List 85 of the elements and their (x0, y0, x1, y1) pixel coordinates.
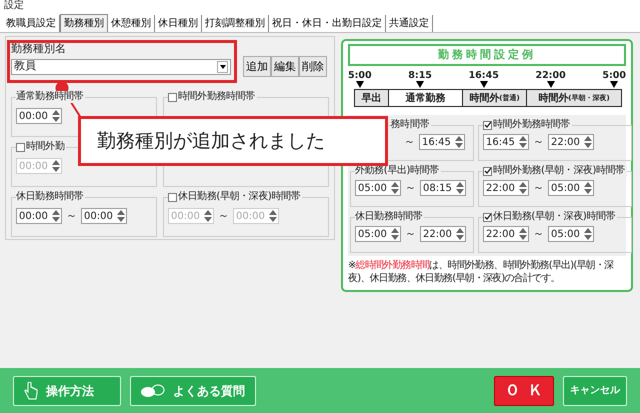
checkbox[interactable] (483, 166, 492, 176)
time-field[interactable]: 22:00 (420, 226, 466, 242)
example-title: 勤務時間設定例 (348, 44, 626, 66)
group-title: 通常勤務時間帯 (16, 91, 84, 103)
time-label: 5:00 (602, 70, 626, 81)
spinner-icon[interactable] (584, 228, 592, 240)
spinner-icon[interactable] (52, 160, 60, 172)
group-title: 時間外勤務(早朝・深夜)時間帯 (493, 165, 625, 177)
spinner-icon[interactable] (456, 182, 464, 194)
triangle-icon (480, 81, 488, 88)
group-title: 時間外勤務時間帯 (178, 91, 255, 103)
spinner-icon[interactable] (391, 182, 399, 194)
spinner-icon[interactable] (456, 228, 464, 240)
tab[interactable]: 共通設定 (386, 15, 433, 32)
time-field[interactable]: 22:00 (483, 226, 529, 242)
tilde-text: ～ (218, 208, 229, 224)
spinner-icon[interactable] (455, 136, 463, 148)
spinner-icon[interactable] (269, 210, 277, 222)
ok-button[interactable]: ＯＫ (494, 376, 554, 406)
tab[interactable]: 祝日・休日・出勤日設定 (269, 15, 386, 32)
group-title: 休日勤務時間帯 (16, 191, 84, 203)
spinner-icon[interactable] (584, 182, 592, 194)
tab[interactable]: 休憩種別 (108, 15, 155, 32)
time-field[interactable]: 16:45 (419, 134, 465, 150)
group-title: 時間外勤務時間帯 (493, 119, 570, 131)
checkbox[interactable] (16, 142, 25, 152)
time-label: 22:00 (535, 70, 566, 81)
footnote-text: ※総時間外勤務時間は、時間外勤務、時間外勤務(早出)(早朝・深夜)、休日勤務、休日勤務(早朝・深夜)の合計です。 (348, 259, 614, 285)
triangle-icon (546, 81, 555, 88)
field-label: 勤務種別名 (11, 42, 67, 56)
tab[interactable]: 休日種別 (155, 15, 202, 32)
time-label: 8:15 (408, 70, 432, 81)
time-field[interactable]: 00:00 (16, 208, 62, 224)
tilde-text: ～ (533, 134, 544, 150)
time-field[interactable]: 05:00 (355, 180, 401, 196)
spinner-icon[interactable] (519, 228, 527, 240)
checkbox[interactable] (483, 212, 492, 222)
time-field[interactable]: 22:00 (483, 180, 529, 196)
group-title: 務時間帯 (390, 119, 429, 131)
notification-message: 勤務種別が追加されました (78, 116, 388, 166)
tab[interactable]: 勤務種別 (60, 14, 108, 32)
group-title: 休日勤務時間帯 (355, 211, 422, 223)
tab[interactable]: 打刻調整種別 (202, 15, 269, 32)
time-field[interactable]: 05:00 (548, 226, 594, 242)
group-title: 時間外勤 (26, 141, 64, 153)
group-title: 休日勤務(早朝・深夜)時間帯 (178, 191, 300, 203)
tilde-text: ～ (405, 180, 416, 196)
time-field[interactable]: 00:00 (16, 108, 62, 124)
tilde-text: ～ (66, 208, 77, 224)
timeline-segment: 早出 (355, 90, 389, 106)
time-field[interactable]: 05:00 (548, 180, 594, 196)
spinner-icon[interactable] (52, 110, 60, 122)
triangle-icon (416, 81, 424, 88)
tab[interactable]: 教職員設定 (3, 15, 60, 32)
tilde-text: ～ (404, 134, 415, 150)
spinner-icon[interactable] (52, 210, 60, 222)
checkbox[interactable] (168, 92, 177, 102)
spinner-icon[interactable] (584, 136, 592, 148)
time-field[interactable]: 08:15 (420, 180, 466, 196)
spinner-icon[interactable] (519, 182, 527, 194)
speech-bubbles-icon (141, 384, 165, 398)
time-field[interactable]: 22:00 (548, 134, 594, 150)
caret-icon (217, 60, 228, 72)
triangle-icon (356, 81, 364, 88)
hand-pointer-icon (24, 382, 38, 400)
tilde-text: ～ (533, 226, 544, 242)
toolbar-button[interactable]: 編集 (271, 56, 299, 77)
tilde-text: ～ (533, 180, 544, 196)
spinner-icon[interactable] (117, 210, 125, 222)
checkbox[interactable] (168, 192, 177, 202)
spinner-icon[interactable] (519, 136, 527, 148)
time-field[interactable]: 00:00 (81, 208, 127, 224)
time-label: 5:00 (348, 70, 372, 81)
checkbox[interactable] (483, 120, 492, 130)
toolbar-button[interactable]: 削除 (299, 56, 327, 77)
toolbar-button[interactable]: 追加 (243, 56, 271, 77)
time-field[interactable]: 16:45 (483, 134, 529, 150)
time-field[interactable]: 05:00 (355, 226, 401, 242)
type-name-dropdown[interactable]: 教員 (11, 58, 231, 74)
spinner-icon[interactable] (204, 210, 212, 222)
group-title: 休日勤務(早朝・深夜)時間帯 (493, 211, 616, 223)
spinner-icon[interactable] (391, 228, 399, 240)
tilde-text: ～ (405, 226, 416, 242)
time-label: 16:45 (468, 70, 499, 81)
triangle-icon (610, 81, 618, 88)
